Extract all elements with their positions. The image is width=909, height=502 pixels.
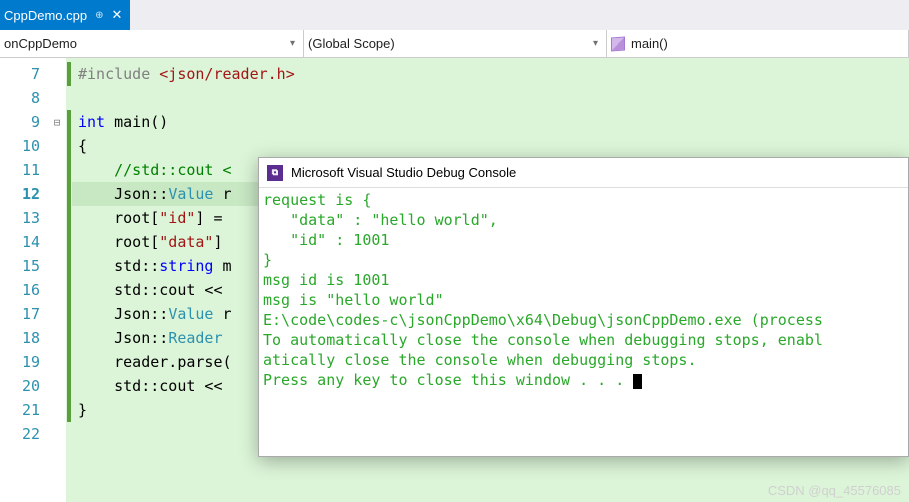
tab-filename: CppDemo.cpp (4, 8, 87, 23)
nav-scope-dropdown[interactable]: (Global Scope) ▾ (304, 30, 607, 57)
chevron-down-icon: ▾ (593, 38, 598, 49)
cursor (633, 374, 642, 389)
console-titlebar[interactable]: ⧉ Microsoft Visual Studio Debug Console (259, 158, 908, 188)
watermark: CSDN @qq_45576085 (768, 483, 901, 498)
console-output: request is { "data" : "hello world", "id… (259, 188, 908, 392)
nav-project-label: onCppDemo (4, 36, 77, 51)
pin-icon[interactable]: ⊕ (95, 10, 103, 21)
nav-bar: onCppDemo ▾ (Global Scope) ▾ main() (0, 30, 909, 58)
nav-func-dropdown[interactable]: main() (607, 30, 909, 57)
chevron-down-icon: ▾ (290, 38, 295, 49)
nav-scope-label: (Global Scope) (308, 36, 395, 51)
tab-bar: CppDemo.cpp ⊕ ✕ (0, 0, 909, 30)
fold-toggle[interactable]: ⊟ (48, 110, 66, 134)
debug-console-window[interactable]: ⧉ Microsoft Visual Studio Debug Console … (258, 157, 909, 457)
cube-icon (611, 36, 625, 51)
console-title-text: Microsoft Visual Studio Debug Console (291, 165, 516, 180)
nav-project-dropdown[interactable]: onCppDemo ▾ (0, 30, 304, 57)
close-icon[interactable]: ✕ (112, 7, 123, 23)
line-gutter: 789 101112 131415 161718 192021 22 (0, 58, 48, 502)
fold-column: ⊟ (48, 58, 66, 502)
nav-func-label: main() (631, 36, 668, 51)
vs-icon: ⧉ (267, 165, 283, 181)
tab-active[interactable]: CppDemo.cpp ⊕ ✕ (0, 0, 130, 30)
